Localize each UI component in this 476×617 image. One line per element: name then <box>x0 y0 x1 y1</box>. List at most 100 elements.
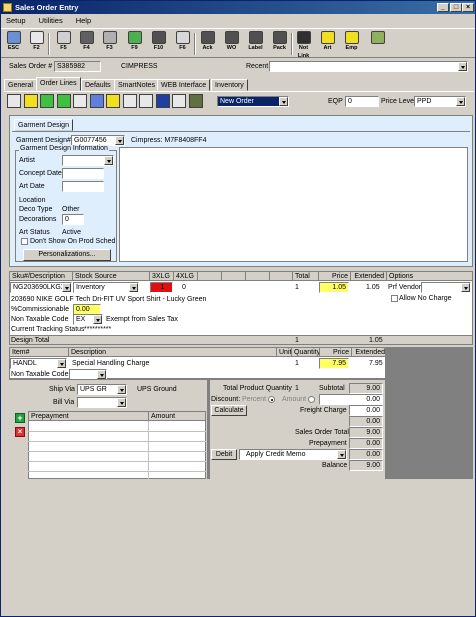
toolbar-label: Pack <box>273 45 286 51</box>
tab-web-interface[interactable]: WEB Interface <box>157 79 211 91</box>
dont-show-checkbox[interactable] <box>21 238 28 245</box>
arrow-right-icon[interactable] <box>23 94 38 108</box>
tab-defaults[interactable]: Defaults <box>81 79 115 91</box>
amount-label: Amount <box>282 396 307 403</box>
price-level-dropdown[interactable]: PPD <box>414 96 466 107</box>
toolbar-button-10[interactable]: Label <box>246 31 265 57</box>
percent-radio[interactable] <box>268 396 275 403</box>
tax-code-dropdown[interactable]: EX <box>73 314 103 325</box>
apply-credit-memo-dropdown[interactable]: Apply Credit Memo <box>239 449 347 460</box>
chevron-down-icon <box>93 315 102 324</box>
item-number-dropdown[interactable]: HANDL <box>10 358 67 369</box>
toolbar-button-4[interactable]: F3 <box>100 31 119 57</box>
dollar-icon[interactable] <box>56 94 71 108</box>
bill-via-dropdown[interactable] <box>77 397 127 408</box>
toolbar-button-14[interactable]: Emp <box>342 31 361 57</box>
toolbar-button-12[interactable]: Not Link <box>294 31 313 59</box>
chevron-down-icon <box>57 359 66 368</box>
prf-vendor-label: Prf Vendor <box>388 284 422 291</box>
diamond-icon[interactable] <box>89 94 104 108</box>
cabinet-icon[interactable] <box>172 94 186 108</box>
design-total-extended: 1.05 <box>369 337 383 344</box>
document-icon <box>56 31 71 44</box>
shirt-green-icon[interactable] <box>40 94 54 108</box>
prepayment-row-line <box>28 431 206 432</box>
allow-no-charge-checkbox[interactable] <box>391 295 398 302</box>
line-price-input[interactable]: 1.05 <box>319 282 349 293</box>
tab-order-lines[interactable]: Order Lines <box>36 77 81 91</box>
decorations-input[interactable]: 0 <box>62 214 84 225</box>
toolbar-button-11[interactable]: Pack <box>270 31 289 57</box>
toolbar-button-8[interactable]: Ack <box>198 31 217 57</box>
prf-vendor-dropdown[interactable] <box>421 282 471 293</box>
order-type-dropdown[interactable]: New Order <box>217 96 289 107</box>
tab-garment-design[interactable]: Garment Design <box>14 119 73 131</box>
design-total-row <box>9 335 473 345</box>
art-shirt-icon <box>320 31 335 44</box>
emp-shirt-icon <box>344 31 359 44</box>
maximize-button[interactable]: □ <box>450 3 462 12</box>
chart-icon[interactable] <box>7 94 21 108</box>
swap-icon[interactable] <box>122 94 137 108</box>
menu-setup[interactable]: Setup <box>6 16 26 25</box>
bill-via-label: Bill Via <box>53 399 75 406</box>
shirt-icon[interactable] <box>188 94 203 108</box>
toolbar-label: Not Link <box>297 45 310 59</box>
blank-total-value: 0.00 <box>349 416 383 427</box>
toolbar-button-2[interactable]: F5 <box>54 31 73 57</box>
minimize-button[interactable]: _ <box>437 3 449 12</box>
stock-source-dropdown[interactable]: Inventory <box>73 282 139 293</box>
qty-4xlg-value[interactable]: 0 <box>182 283 186 292</box>
amount-radio[interactable] <box>308 396 315 403</box>
tab-general[interactable]: General <box>4 79 37 91</box>
debit-button[interactable]: Debit <box>211 449 237 460</box>
eqp-input[interactable]: 0 <box>345 96 379 107</box>
sku-dropdown[interactable]: NG203690LKGX <box>10 282 72 293</box>
disabled-icon <box>175 31 190 44</box>
qty-3xlg-input[interactable]: 1 <box>150 282 173 293</box>
sales-order-number: S385982 <box>54 61 101 72</box>
toolbar-button-15[interactable] <box>368 31 387 57</box>
menu-utilities[interactable]: Utilities <box>39 16 63 25</box>
wo-printer-icon <box>224 31 239 44</box>
item-quantity[interactable]: 1 <box>295 359 299 368</box>
menu-help[interactable]: Help <box>76 16 91 25</box>
delete-prepayment-icon[interactable]: × <box>15 427 25 437</box>
toolbar-button-3[interactable]: F4 <box>77 31 96 57</box>
lock-icon[interactable] <box>155 94 170 108</box>
header-3xlg: 3XLG <box>150 272 174 280</box>
price-level-label: Price Level <box>381 98 416 105</box>
discount-input[interactable]: 0.00 <box>319 394 383 405</box>
tab-smartnotes[interactable]: SmartNotes <box>114 79 159 91</box>
recent-dropdown[interactable] <box>269 61 468 72</box>
yellow-doc-icon[interactable] <box>106 94 120 108</box>
note-icon[interactable] <box>73 94 87 108</box>
add-prepayment-icon[interactable]: + <box>15 413 25 423</box>
toolbar-button-6[interactable]: F10 <box>149 31 168 57</box>
artist-dropdown[interactable] <box>62 155 114 166</box>
prepayment-row-line <box>28 461 206 462</box>
calculate-button[interactable]: Calculate <box>211 405 247 416</box>
personalizations-button[interactable]: Personalizations... <box>23 249 111 261</box>
notes-icon <box>79 31 94 44</box>
toolbar-button-1[interactable]: F2 <box>27 31 46 57</box>
concept-date-input[interactable] <box>62 168 104 179</box>
tab-inventory[interactable]: Inventory <box>211 79 248 91</box>
toolbar-button-13[interactable]: Art <box>318 31 337 57</box>
item-price-input[interactable]: 7.95 <box>319 358 349 369</box>
toolbar-button-7[interactable]: F6 <box>173 31 192 57</box>
freight-charge-input[interactable]: 0.00 <box>349 405 383 416</box>
ship-via-dropdown[interactable]: UPS GR <box>77 384 127 395</box>
chevron-down-icon <box>115 136 124 145</box>
toolbar-button-0[interactable]: ESC <box>4 31 23 57</box>
art-date-input[interactable] <box>62 181 104 192</box>
decorations-label: Decorations <box>19 216 57 223</box>
prepayment-rows <box>28 421 206 479</box>
close-button[interactable]: × <box>462 3 474 12</box>
sales-order-total-value: 9.00 <box>349 427 383 438</box>
dollar-split-icon[interactable] <box>139 94 153 108</box>
ship-via-label: Ship Via <box>49 386 75 393</box>
add-icon <box>29 31 44 44</box>
toolbar-button-5[interactable]: F9 <box>125 31 144 57</box>
toolbar-button-9[interactable]: WO <box>222 31 241 57</box>
